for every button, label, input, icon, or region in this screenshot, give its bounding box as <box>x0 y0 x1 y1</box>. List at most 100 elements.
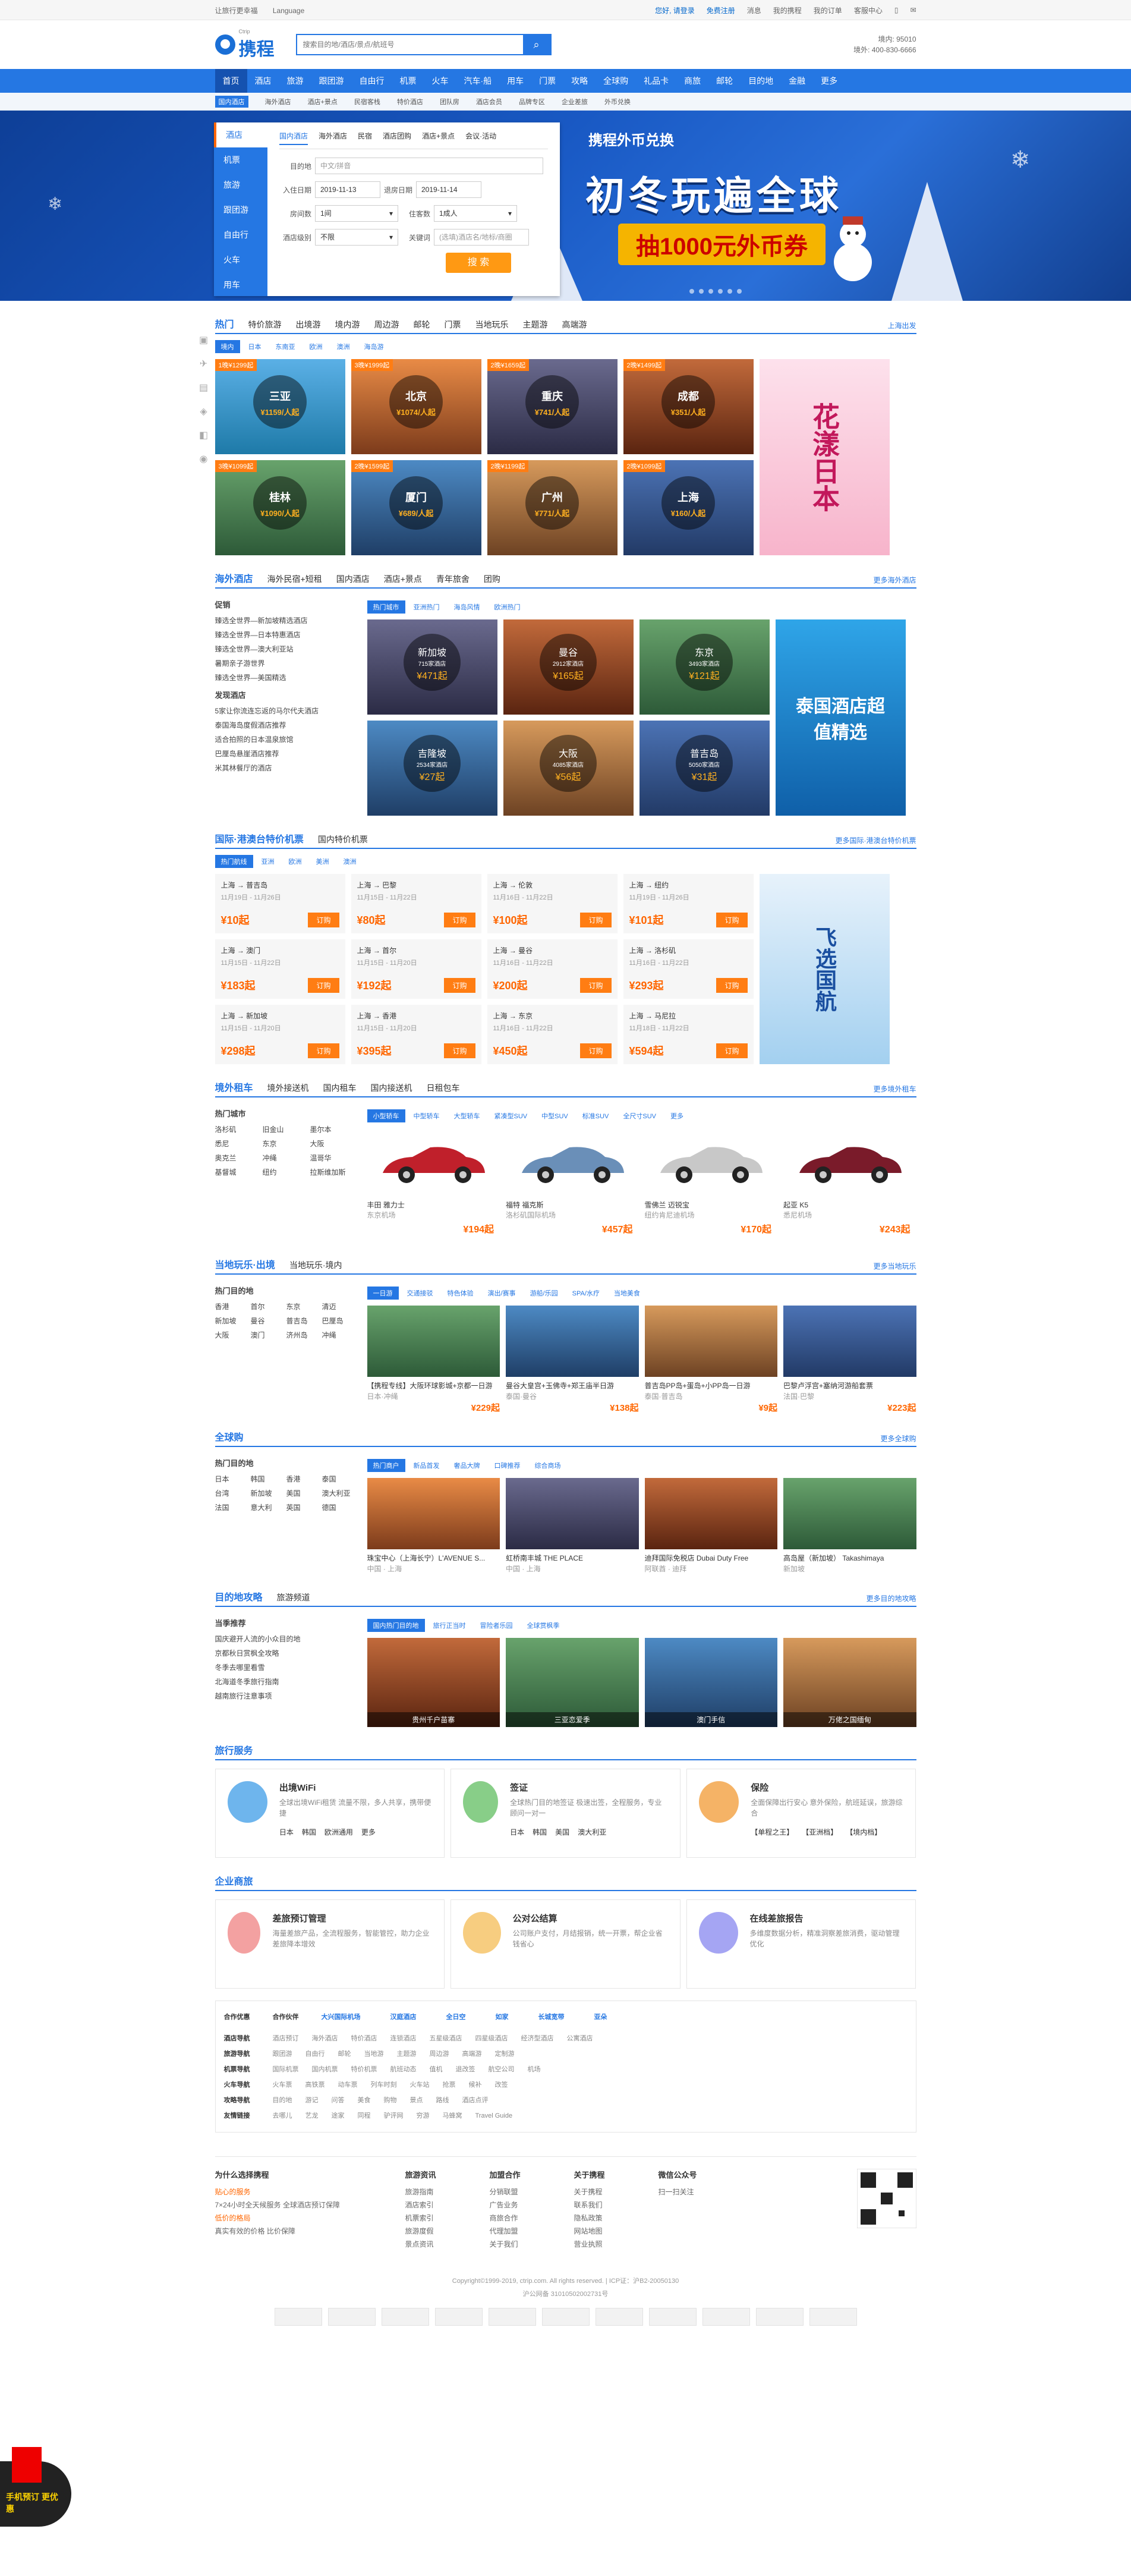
sub-tab[interactable]: 海岛风情 <box>448 600 486 614</box>
register-link[interactable]: 免费注册 <box>707 5 735 15</box>
hotel-icon[interactable]: ▣ <box>195 328 213 352</box>
message-link[interactable]: 消息 <box>747 5 761 15</box>
nav-item[interactable]: 汽车·船 <box>456 69 500 93</box>
sub-tab[interactable]: 口碑推荐 <box>489 1459 527 1472</box>
destination-tile[interactable]: 2晚¥1499起 成都 ¥351/人起 <box>623 359 754 454</box>
destination-tile[interactable]: 3晚¥1999起 北京 ¥1074/人起 <box>351 359 481 454</box>
city-link[interactable]: 东京 <box>286 1300 322 1314</box>
section-tab[interactable]: 境外接送机 <box>267 1082 309 1094</box>
city-link[interactable]: 法国 <box>215 1501 251 1515</box>
footer-link[interactable]: 抢票 <box>443 2077 456 2093</box>
section-tab[interactable]: 目的地攻略 <box>215 1589 263 1603</box>
service-option[interactable]: 【境内档】 <box>846 1827 881 1837</box>
city-link[interactable]: 台湾 <box>215 1486 251 1501</box>
footer-link[interactable]: 值机 <box>430 2062 443 2077</box>
buy-button[interactable]: 订购 <box>580 978 612 993</box>
footer-link[interactable]: 分销联盟 <box>490 2185 521 2198</box>
city-link[interactable]: 拉斯维加斯 <box>310 1165 358 1180</box>
sub-tab[interactable]: 海岛游 <box>358 340 390 353</box>
section-tab[interactable]: 境外租车 <box>215 1080 253 1094</box>
nav-item[interactable]: 金融 <box>781 69 813 93</box>
section-tab[interactable]: 邮轮 <box>414 319 430 331</box>
guide-link[interactable]: 冬季去哪里看雪 <box>215 1660 358 1675</box>
subnav-item[interactable]: 外币兑换 <box>604 97 631 106</box>
footer-link[interactable]: 列车时刻 <box>371 2077 397 2093</box>
sub-tab[interactable]: 一日游 <box>367 1287 399 1300</box>
more-link[interactable]: 更多国际·港澳台特价机票 <box>836 835 916 845</box>
buy-button[interactable]: 订购 <box>444 1043 475 1058</box>
service-card[interactable]: 出境WiFi 全球出境WiFi租赁 流量不限，多人共享，携带便捷 日本 韩国 欧洲通用更… <box>215 1769 445 1858</box>
section-tab[interactable]: 国内酒店 <box>336 573 370 585</box>
guests-select[interactable]: 1成人 ▾ <box>434 205 517 222</box>
city-link[interactable]: 巴厘岛 <box>322 1314 358 1328</box>
service-option[interactable]: 韩国 <box>302 1827 316 1837</box>
footer-link[interactable]: 火车票 <box>273 2077 292 2093</box>
section-tab[interactable]: 国内接送机 <box>371 1082 412 1094</box>
sub-tab[interactable]: 标准SUV <box>576 1109 615 1122</box>
city-link[interactable]: 日本 <box>215 1472 251 1486</box>
booking-tab[interactable]: 国内酒店 <box>279 131 308 145</box>
star-select[interactable]: 不限 ▾ <box>315 229 398 246</box>
buy-button[interactable]: 订购 <box>580 1043 612 1058</box>
section-tab[interactable]: 国内租车 <box>323 1082 357 1094</box>
city-link[interactable]: 温哥华 <box>310 1151 358 1165</box>
footer-link[interactable]: 主题游 <box>397 2046 417 2062</box>
discover-link[interactable]: 5家让你流连忘返的马尔代夫酒店 <box>215 704 358 718</box>
footer-link[interactable]: 同程 <box>358 2108 371 2124</box>
footer-link[interactable]: 酒店预订 <box>273 2031 299 2046</box>
city-link[interactable]: 澳大利亚 <box>322 1486 358 1501</box>
city-link[interactable]: 意大利 <box>251 1501 286 1515</box>
section-tab[interactable]: 出境游 <box>296 319 321 331</box>
city-link[interactable]: 纽约 <box>263 1165 310 1180</box>
sub-tab[interactable]: 热门商户 <box>367 1459 405 1472</box>
city-link[interactable]: 香港 <box>215 1300 251 1314</box>
nav-item[interactable]: 酒店 <box>247 69 279 93</box>
sub-tab[interactable]: 全球赏枫季 <box>521 1619 566 1632</box>
sub-tab[interactable]: 大型轿车 <box>448 1109 486 1122</box>
rooms-select[interactable]: 1间 ▾ <box>315 205 398 222</box>
activity-card[interactable]: 巴黎卢浮宫+塞纳河游船套票 法国·巴黎 ¥223起 <box>783 1306 916 1414</box>
booking-side-tab[interactable]: 机票 <box>214 147 267 172</box>
guide-link[interactable]: 越南旅行注意事项 <box>215 1689 358 1703</box>
service-card[interactable]: 在线差旅报告 多维度数据分析，精准洞察差旅消费，驱动管理优化 <box>686 1899 916 1989</box>
sub-tab[interactable]: 小型轿车 <box>367 1109 405 1122</box>
booking-tab[interactable]: 民宿 <box>358 131 372 145</box>
nav-item[interactable]: 自由行 <box>352 69 392 93</box>
city-link[interactable]: 东京 <box>263 1137 310 1151</box>
booking-tab[interactable]: 会议·活动 <box>465 131 496 145</box>
buy-button[interactable]: 订购 <box>308 978 339 993</box>
sub-tab[interactable]: 亚洲热门 <box>408 600 446 614</box>
buy-button[interactable]: 订购 <box>444 978 475 993</box>
checkout-input[interactable]: 2019-11-14 <box>416 181 481 198</box>
service-option[interactable]: 澳大利亚 <box>578 1827 606 1837</box>
booking-tab[interactable]: 海外酒店 <box>319 131 347 145</box>
footer-link[interactable]: 驴评网 <box>384 2108 404 2124</box>
subnav-item[interactable]: 民宿客栈 <box>354 97 380 106</box>
discover-link[interactable]: 泰国海岛度假酒店推荐 <box>215 718 358 732</box>
banner-pagination[interactable] <box>689 289 742 294</box>
city-link[interactable]: 香港 <box>286 1472 322 1486</box>
footer-link[interactable]: 航空公司 <box>489 2062 515 2077</box>
service-option[interactable]: 更多 <box>361 1827 376 1837</box>
flight-card[interactable]: 上海 → 首尔 11月15日 - 11月20日 ¥192起 订购 <box>351 939 481 999</box>
section-tab[interactable]: 海外酒店 <box>215 571 253 585</box>
nav-item[interactable]: 邮轮 <box>708 69 741 93</box>
footer-link[interactable]: 景点资讯 <box>405 2238 436 2251</box>
flight-card[interactable]: 上海 → 伦敦 11月16日 - 11月22日 ¥100起 订购 <box>487 874 618 933</box>
buy-button[interactable]: 订购 <box>308 1043 339 1058</box>
footer-link[interactable]: 海外酒店 <box>312 2031 338 2046</box>
city-link[interactable]: 新加坡 <box>215 1314 251 1328</box>
nav-item[interactable]: 机票 <box>392 69 424 93</box>
city-link[interactable]: 英国 <box>286 1501 322 1515</box>
section-tab[interactable]: 团购 <box>484 573 500 585</box>
partner-logo[interactable]: 长城宽带 <box>538 2009 565 2025</box>
city-link[interactable]: 新加坡 <box>251 1486 286 1501</box>
service-option[interactable]: 美国 <box>555 1827 569 1837</box>
guide-card[interactable]: 万佬之国缅甸 <box>783 1638 916 1727</box>
nav-item[interactable]: 旅游 <box>279 69 311 93</box>
footer-link[interactable]: 游记 <box>305 2093 319 2108</box>
buy-button[interactable]: 订购 <box>716 913 748 927</box>
footer-link[interactable]: 马蜂窝 <box>443 2108 462 2124</box>
nav-item[interactable]: 礼品卡 <box>636 69 676 93</box>
partner-logo[interactable]: 汉庭酒店 <box>390 2009 417 2025</box>
